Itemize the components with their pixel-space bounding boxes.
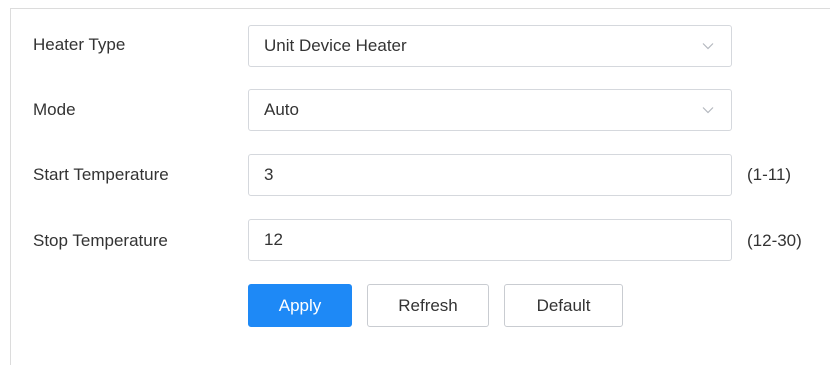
mode-select[interactable]: Auto — [248, 89, 732, 131]
apply-button[interactable]: Apply — [248, 284, 352, 327]
stop-temperature-range: (12-30) — [747, 231, 802, 250]
heater-type-label: Heater Type — [33, 35, 126, 54]
start-temperature-input[interactable] — [248, 154, 732, 196]
default-button[interactable]: Default — [504, 284, 623, 327]
stop-temperature-input[interactable] — [248, 219, 732, 261]
start-temperature-range: (1-11) — [747, 165, 792, 184]
heater-type-select[interactable]: Unit Device Heater — [248, 25, 732, 67]
mode-label: Mode — [33, 100, 76, 119]
chevron-down-icon — [702, 43, 714, 50]
chevron-down-icon — [702, 107, 714, 114]
start-temperature-label: Start Temperature — [33, 165, 169, 184]
mode-value: Auto — [264, 100, 299, 119]
stop-temperature-label: Stop Temperature — [33, 231, 168, 250]
refresh-button[interactable]: Refresh — [367, 284, 489, 327]
heater-type-value: Unit Device Heater — [264, 36, 407, 55]
